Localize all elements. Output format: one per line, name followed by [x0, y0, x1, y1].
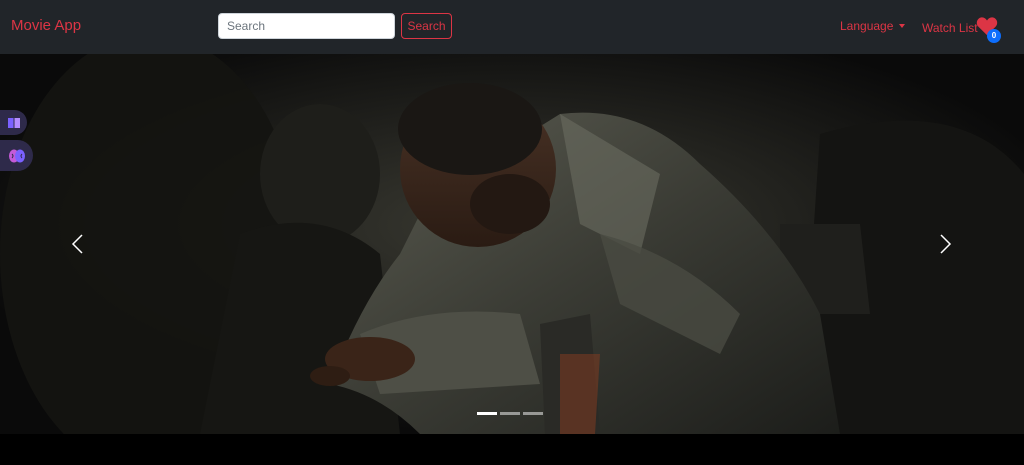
chevron-left-icon [71, 234, 83, 254]
brand-link[interactable]: Movie App [11, 17, 81, 34]
carousel-next-button[interactable] [931, 224, 961, 264]
language-dropdown[interactable]: Language [840, 19, 906, 33]
side-tab-brain[interactable] [0, 140, 33, 171]
page-bottom [0, 434, 1024, 465]
hero-carousel [0, 54, 1024, 434]
side-tab-book[interactable] [0, 110, 27, 135]
navbar: Movie App Search Language Watch List 0 [0, 0, 1024, 54]
slide-image [0, 54, 1024, 434]
book-icon [7, 117, 20, 128]
chevron-right-icon [940, 234, 952, 254]
watchlist-link[interactable]: Watch List [922, 21, 978, 35]
carousel-indicator[interactable] [500, 412, 520, 415]
carousel-indicator[interactable] [477, 412, 497, 415]
carousel-indicator[interactable] [523, 412, 543, 415]
carousel-prev-button[interactable] [62, 224, 92, 264]
search-input[interactable] [218, 13, 395, 39]
caret-down-icon [899, 24, 906, 28]
watchlist-count-badge: 0 [987, 29, 1001, 43]
brain-icon [8, 149, 25, 162]
search-button[interactable]: Search [401, 13, 452, 39]
language-label: Language [840, 19, 894, 33]
carousel-indicators [477, 412, 543, 415]
